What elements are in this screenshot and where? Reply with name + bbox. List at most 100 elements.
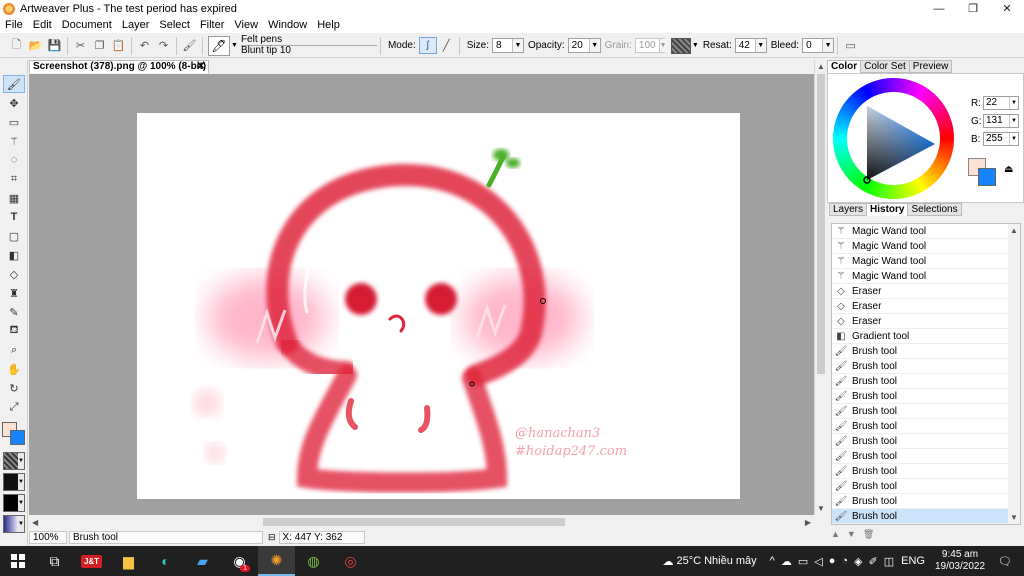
paint-bucket-icon[interactable]: ⛾ <box>3 322 25 340</box>
menu-edit[interactable]: Edit <box>28 19 57 31</box>
weather-text[interactable]: 25°C Nhiều mây <box>676 555 756 567</box>
tab-history[interactable]: History <box>866 203 909 216</box>
history-item[interactable]: 🖌 Brush tool <box>832 449 1008 464</box>
edge-icon[interactable]: ◐ <box>147 546 184 576</box>
open-folder-icon[interactable]: 📂 <box>27 37 44 54</box>
rotate-icon[interactable]: ↻ <box>3 379 25 397</box>
input-language[interactable]: ENG <box>901 555 925 567</box>
history-item[interactable]: 🖌 Brush tool <box>832 374 1008 389</box>
brush-settings-icon[interactable]: ▭ <box>842 37 859 54</box>
tab-color[interactable]: Color <box>827 60 862 73</box>
straight-line-mode-icon[interactable]: ╱ <box>438 37 455 54</box>
red-combo[interactable]: 22 ▼ <box>983 96 1019 110</box>
step-forward-icon[interactable]: ▼ <box>847 529 856 540</box>
menu-file[interactable]: File <box>0 19 28 31</box>
history-item[interactable]: ◇ Eraser <box>832 314 1008 329</box>
history-item[interactable]: 🖌 Brush tool <box>832 404 1008 419</box>
history-item[interactable]: 🖌 Brush tool <box>832 479 1008 494</box>
task-view-icon[interactable]: ⧉ <box>36 546 73 576</box>
paste-icon[interactable]: 📋 <box>110 37 127 54</box>
delete-history-icon[interactable]: 🗑 <box>863 529 874 540</box>
history-scrollbar[interactable]: ▲ ▼ <box>1008 224 1020 524</box>
store-icon[interactable]: ▰ <box>184 546 221 576</box>
history-item[interactable]: ⚚ Magic Wand tool <box>832 254 1008 269</box>
menu-view[interactable]: View <box>229 19 263 31</box>
move-tool-icon[interactable]: ✥ <box>3 94 25 112</box>
history-item[interactable]: ⚚ Magic Wand tool <box>832 269 1008 284</box>
brush-tool-icon[interactable]: 🖌 <box>181 37 198 54</box>
menu-filter[interactable]: Filter <box>195 19 229 31</box>
step-backward-icon[interactable]: ▲ <box>831 529 840 540</box>
history-list[interactable]: ⚚ Magic Wand tool ⚚ Magic Wand tool ⚚ Magic W… <box>831 223 1021 525</box>
file-explorer-icon[interactable]: ▆ <box>110 546 147 576</box>
undo-icon[interactable]: ↶ <box>136 37 153 54</box>
close-button[interactable]: ✕ <box>990 0 1024 17</box>
stamp-color-icon[interactable]: ⏏ <box>1004 164 1013 175</box>
artweaver-taskbar-icon[interactable]: ✺ <box>258 546 295 576</box>
size-combo[interactable]: 8 ▼ <box>491 38 524 53</box>
new-file-icon[interactable]: 🗋 <box>8 37 25 54</box>
history-item[interactable]: ⚚ Magic Wand tool <box>832 224 1008 239</box>
texture-swatch[interactable]: ▼ <box>3 473 25 491</box>
history-item[interactable]: ◇ Eraser <box>832 284 1008 299</box>
history-item[interactable]: 🖌 Brush tool <box>832 389 1008 404</box>
history-item[interactable]: ◇ Eraser <box>832 299 1008 314</box>
green-app-icon[interactable]: ◍ <box>295 546 332 576</box>
background-color-swatch[interactable] <box>10 430 25 445</box>
horizontal-scroll-thumb[interactable] <box>263 518 565 526</box>
stamp-icon[interactable]: ♜ <box>3 284 25 302</box>
menu-help[interactable]: Help <box>312 19 345 31</box>
redo-icon[interactable]: ↷ <box>155 37 172 54</box>
history-item[interactable]: 🖌 Brush tool <box>832 419 1008 434</box>
tray-app-icon[interactable]: ◈ <box>854 555 862 568</box>
color-swatches[interactable] <box>2 422 26 446</box>
history-item[interactable]: ⚚ Magic Wand tool <box>832 239 1008 254</box>
menu-layer[interactable]: Layer <box>117 19 155 31</box>
opacity-combo[interactable]: 20 ▼ <box>567 38 601 53</box>
scroll-up-icon[interactable]: ▲ <box>1010 226 1018 235</box>
menu-window[interactable]: Window <box>263 19 312 31</box>
brush-preset-selector[interactable]: 🖊 ▼ Felt pens Blunt tip 10 <box>208 35 377 56</box>
clock[interactable]: 9:45 am 19/03/2022 <box>935 549 985 573</box>
maximize-button[interactable]: ❐ <box>956 0 990 17</box>
onedrive-icon[interactable]: ☁ <box>781 555 792 568</box>
scroll-down-icon[interactable]: ▼ <box>1010 513 1018 522</box>
scroll-up-icon[interactable]: ▲ <box>817 62 825 71</box>
swap-colors-icon[interactable]: ⤢ <box>3 398 25 416</box>
zoom-level[interactable]: 100% <box>29 530 67 544</box>
wifi-icon[interactable]: ◔ <box>841 555 848 567</box>
document-tab[interactable]: Screenshot (378).png @ 100% (8-bit) * ✕ <box>29 60 209 84</box>
color-wheel[interactable] <box>831 76 956 201</box>
zoom-icon[interactable]: ⌕ <box>3 341 25 359</box>
blue-combo[interactable]: 255 ▼ <box>983 132 1019 146</box>
bleed-combo[interactable]: 0 ▼ <box>802 38 835 53</box>
chevron-up-icon[interactable]: ^ <box>770 555 775 567</box>
avast-icon[interactable]: ● <box>829 555 836 567</box>
crop-icon[interactable]: ⌗ <box>3 170 25 188</box>
panel-background-swatch[interactable] <box>978 168 996 186</box>
gradient-icon[interactable]: ◧ <box>3 246 25 264</box>
tab-preview[interactable]: Preview <box>908 60 953 73</box>
eyedropper-icon[interactable]: ✎ <box>3 303 25 321</box>
history-item[interactable]: 🖌 Brush tool <box>832 359 1008 374</box>
network-icon[interactable]: ▭ <box>798 555 808 568</box>
copy-icon[interactable]: ❐ <box>91 37 108 54</box>
minimize-button[interactable]: — <box>922 0 956 17</box>
gradient-swatch[interactable]: ▼ <box>3 515 25 533</box>
drawing-canvas[interactable]: @hanachan3 #hoidap247.com <box>137 113 740 499</box>
grain-texture-swatch[interactable] <box>670 37 691 54</box>
hand-icon[interactable]: ✋ <box>3 360 25 378</box>
start-button[interactable] <box>0 546 36 576</box>
chrome-icon[interactable]: ◎ <box>332 546 369 576</box>
lasso-icon[interactable]: ◌ <box>3 151 25 169</box>
ime-icon[interactable]: ◫ <box>884 555 894 568</box>
volume-icon[interactable]: ◁ <box>814 555 822 568</box>
tab-layers[interactable]: Layers <box>829 203 868 216</box>
tab-color-set[interactable]: Color Set <box>860 60 910 73</box>
messenger-icon[interactable]: ◉ 1 <box>221 546 258 576</box>
close-document-icon[interactable]: ✕ <box>197 61 205 73</box>
eraser-icon[interactable]: ◇ <box>3 265 25 283</box>
green-combo[interactable]: 131 ▼ <box>983 114 1019 128</box>
save-icon[interactable]: 💾 <box>46 37 63 54</box>
horizontal-scrollbar[interactable]: ◀ ▶ <box>29 515 814 529</box>
